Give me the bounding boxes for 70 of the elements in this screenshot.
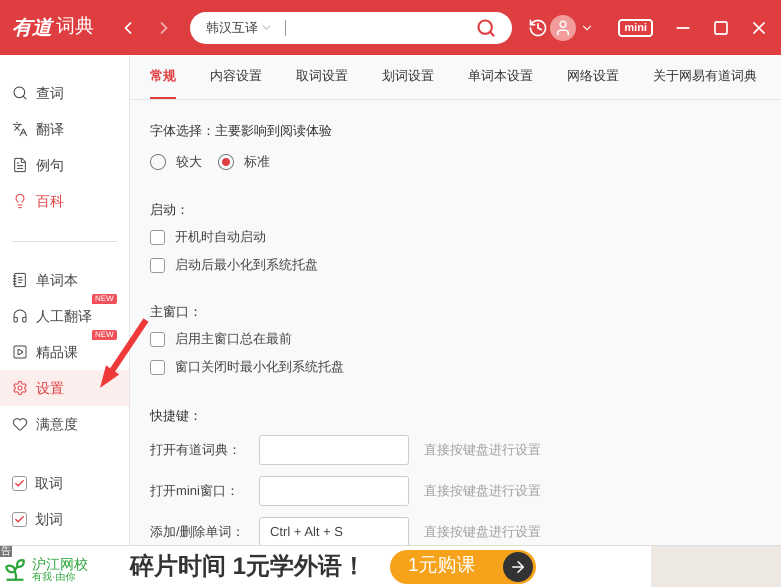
checkbox-option[interactable]: 启用主窗口总在最前	[150, 330, 781, 348]
ad-banner[interactable]: 告 沪江网校 有我·由你 碎片时间 1元学外语！ 1元购课	[0, 545, 781, 587]
sidebar-toggle[interactable]: 取词	[0, 471, 129, 496]
settings-tab[interactable]: 取词设置	[296, 66, 348, 99]
notebook-icon	[12, 272, 28, 288]
sidebar-item[interactable]: 翻译	[0, 111, 129, 147]
sprout-logo-icon	[2, 556, 28, 582]
section-title: 启动：	[150, 201, 190, 218]
hotkey-hint: 直接按键盘进行设置	[424, 441, 541, 460]
checkbox[interactable]	[150, 258, 165, 272]
section-title: 主窗口：	[150, 303, 203, 320]
mini-mode-button[interactable]: mini	[618, 18, 653, 36]
settings-tab[interactable]: 常规	[150, 66, 176, 99]
sidebar-item[interactable]: 例句	[0, 147, 129, 183]
checkbox-option[interactable]: 启动后最小化到系统托盘	[150, 256, 781, 274]
check-icon	[14, 478, 25, 489]
ad-brand: 沪江网校	[32, 556, 88, 572]
check-icon	[14, 514, 25, 525]
hotkey-label: 打开mini窗口：	[150, 482, 240, 500]
video-icon	[12, 344, 28, 360]
settings-icon	[12, 380, 28, 396]
settings-tab[interactable]: 关于网易有道词典	[653, 66, 757, 99]
new-badge: NEW	[92, 294, 117, 304]
radio-option[interactable]: 标准	[218, 152, 270, 172]
sidebar-item[interactable]: 满意度	[0, 406, 129, 442]
arrow-right-icon	[503, 552, 534, 582]
radio-button[interactable]	[218, 154, 234, 170]
app-logo: 有道	[12, 16, 52, 40]
search-icon[interactable]	[476, 18, 496, 38]
sidebar-item[interactable]: 设置	[0, 370, 129, 406]
ad-label: 告	[0, 546, 12, 557]
checkbox[interactable]	[150, 230, 165, 244]
radio-button[interactable]	[150, 154, 166, 170]
checkbox[interactable]	[12, 476, 27, 491]
app-name: 词典	[56, 15, 94, 40]
sidebar-item[interactable]: 查词	[0, 75, 129, 111]
checkbox[interactable]	[12, 512, 27, 527]
avatar-icon[interactable]	[550, 14, 576, 40]
search-field[interactable]: 韩汉互译	[190, 12, 512, 44]
checkbox[interactable]	[150, 360, 165, 374]
ad-headline: 碎片时间 1元学外语！	[130, 552, 366, 582]
section-title: 快捷键：	[150, 407, 203, 424]
document-icon	[12, 157, 28, 173]
search-icon	[12, 85, 28, 101]
sidebar-toggle[interactable]: 划词	[0, 507, 129, 532]
heart-icon	[12, 416, 28, 432]
settings-tab[interactable]: 网络设置	[567, 66, 619, 99]
hotkey-label: 打开有道词典：	[150, 441, 242, 460]
checkbox[interactable]	[150, 332, 165, 346]
hotkey-hint: 直接按键盘进行设置	[424, 482, 541, 500]
hotkey-field[interactable]	[259, 435, 409, 465]
settings-tab[interactable]: 内容设置	[210, 66, 262, 99]
maximize-icon[interactable]	[713, 20, 729, 36]
checkbox-option[interactable]: 开机时自动启动	[150, 228, 781, 246]
section-title: 字体选择：主要影响到阅读体验	[150, 122, 333, 139]
sidebar-item[interactable]: 百科	[0, 183, 129, 219]
headphones-icon	[12, 308, 28, 324]
ad-slogan: 有我·由你	[32, 572, 76, 583]
new-badge: NEW	[92, 330, 117, 340]
hotkey-field[interactable]	[259, 476, 409, 506]
language-dropdown[interactable]: 韩汉互译	[206, 18, 273, 38]
hotkey-hint: 直接按键盘进行设置	[424, 523, 541, 542]
history-icon[interactable]	[528, 18, 548, 38]
translate-icon	[12, 121, 28, 137]
radio-option[interactable]: 较大	[150, 152, 202, 172]
hotkey-label: 添加/删除单词：	[150, 523, 246, 542]
settings-tab[interactable]: 单词本设置	[468, 66, 533, 99]
checkbox-option[interactable]: 窗口关闭时最小化到系统托盘	[150, 358, 781, 376]
hotkey-field[interactable]: Ctrl + Alt + S	[259, 517, 409, 545]
settings-tab[interactable]: 划词设置	[382, 66, 434, 99]
